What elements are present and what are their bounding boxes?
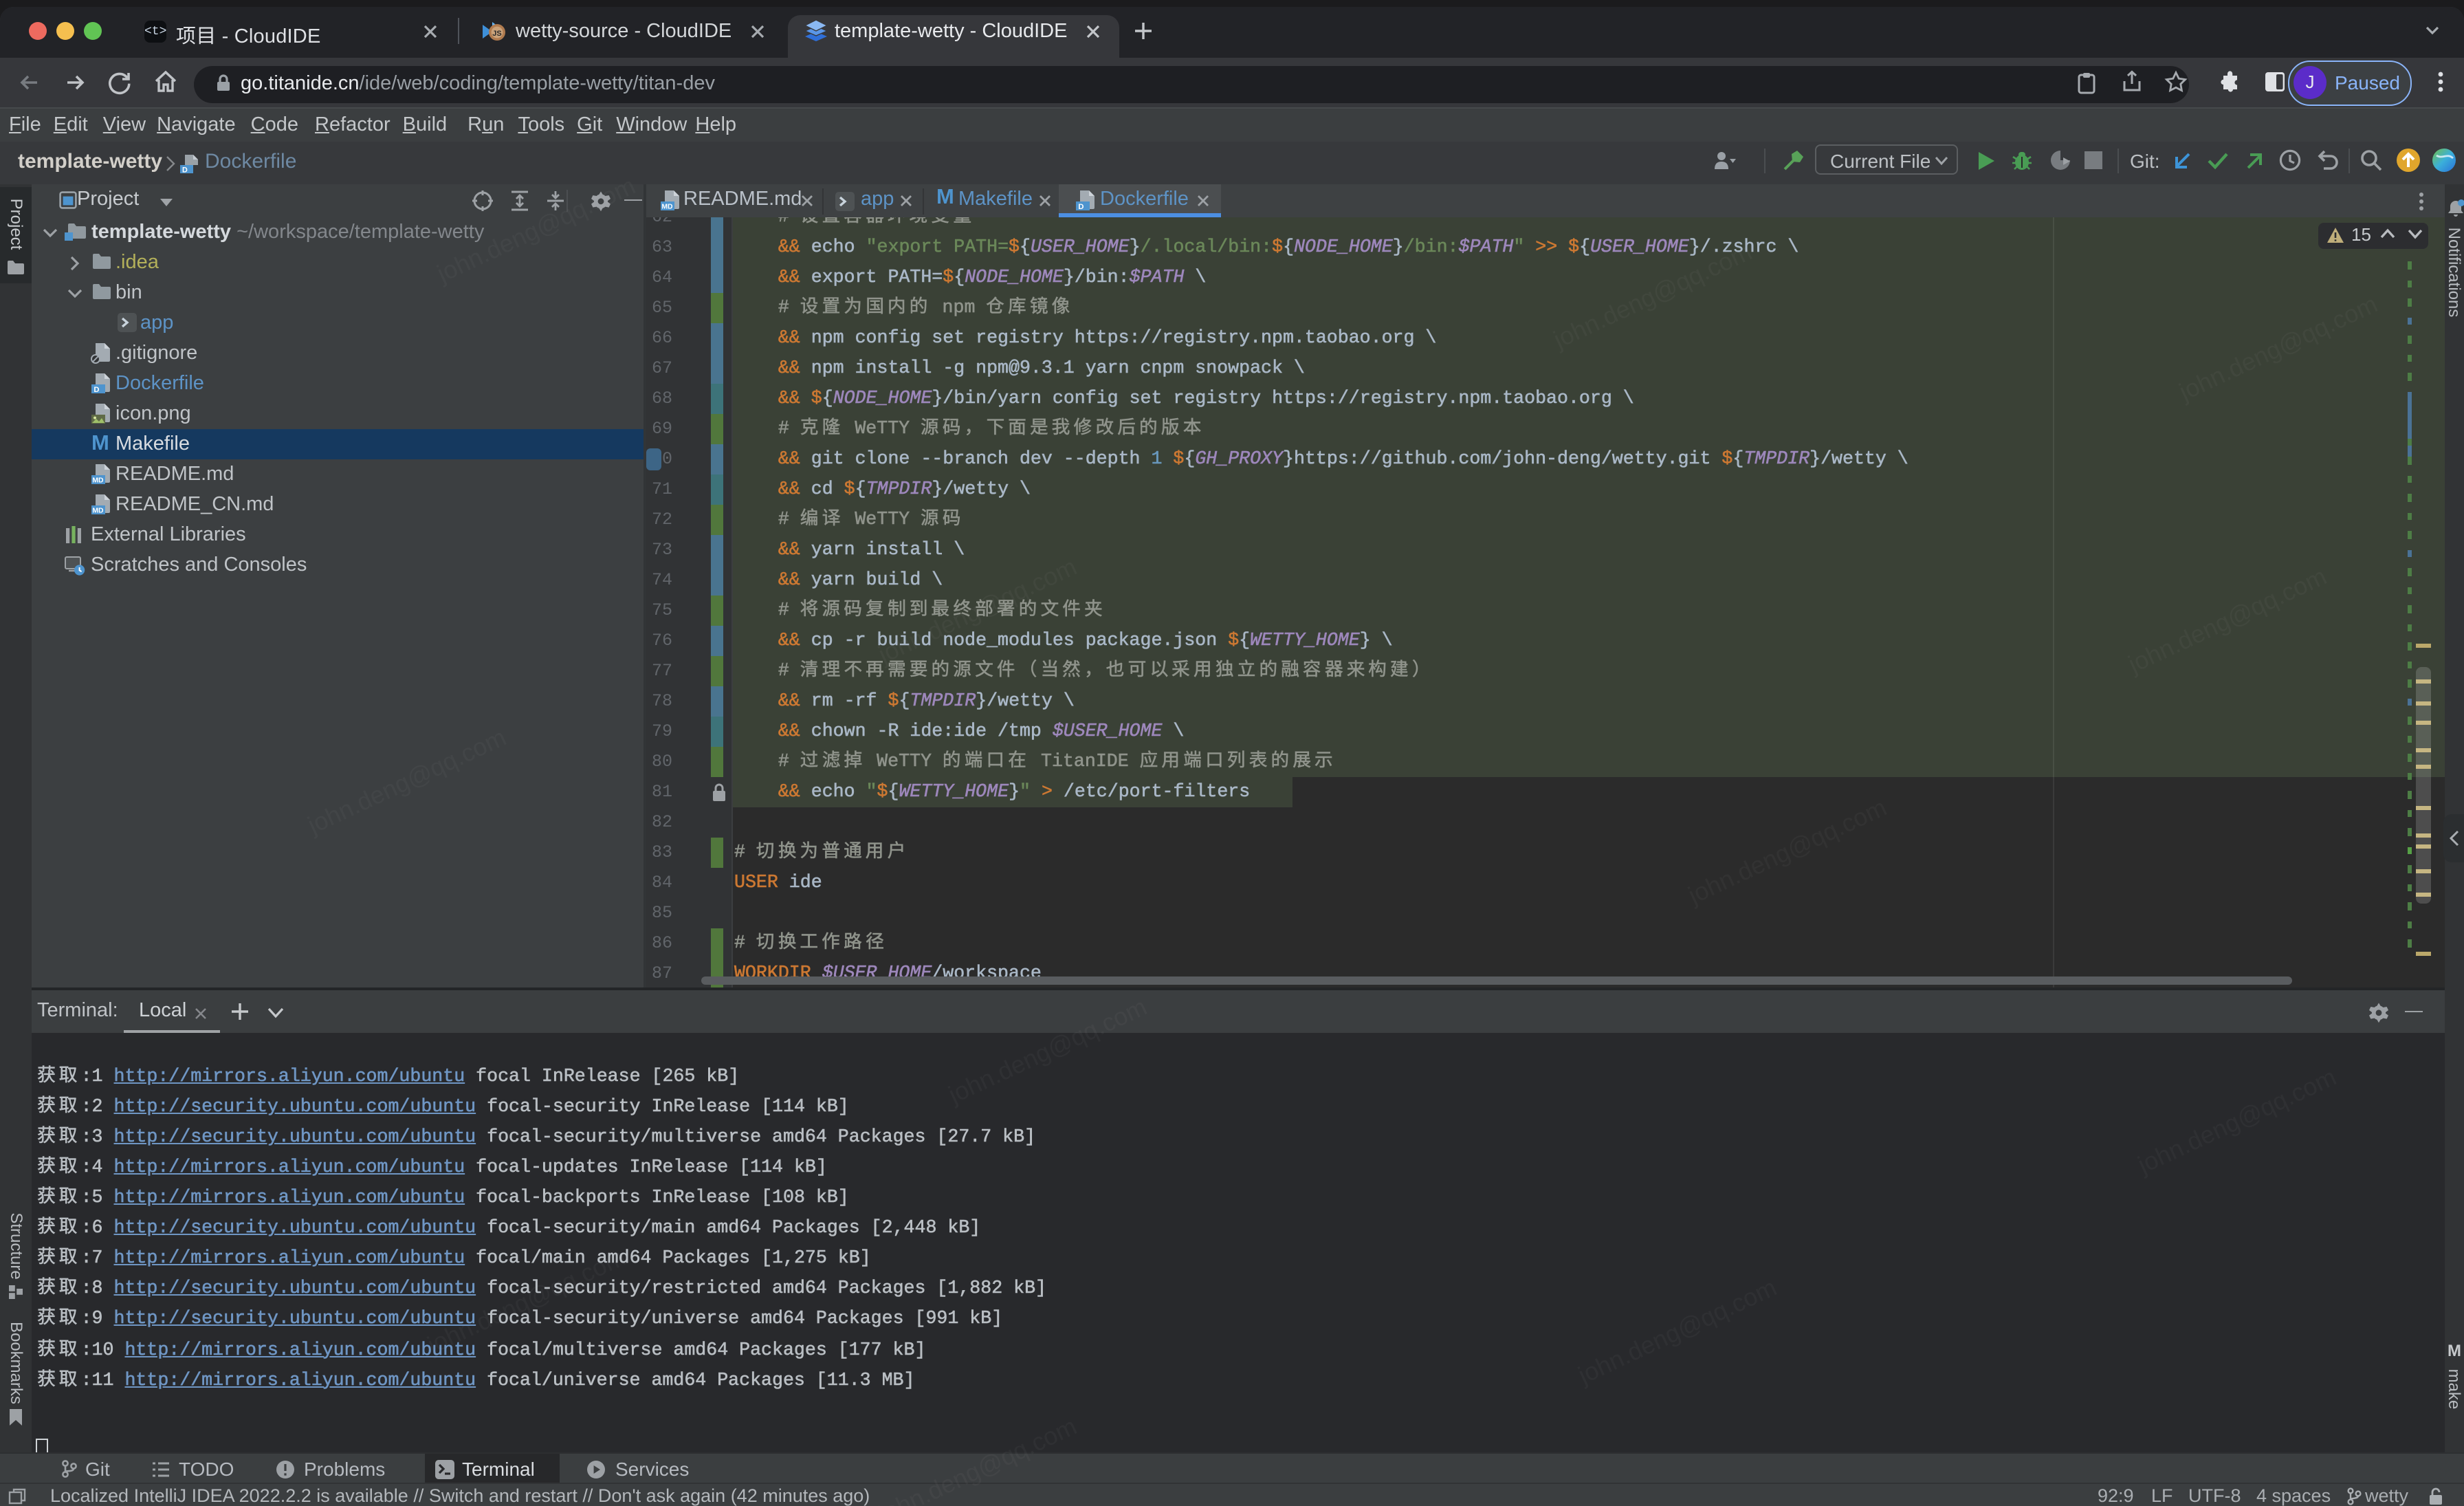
svg-text:MD: MD [661, 203, 673, 210]
svg-text:MD: MD [91, 477, 103, 484]
svg-text:D: D [93, 385, 98, 393]
svg-text:D: D [182, 165, 187, 173]
svg-text:JS: JS [492, 29, 501, 37]
svg-text:D: D [1077, 202, 1083, 210]
svg-text:MD: MD [91, 507, 103, 514]
